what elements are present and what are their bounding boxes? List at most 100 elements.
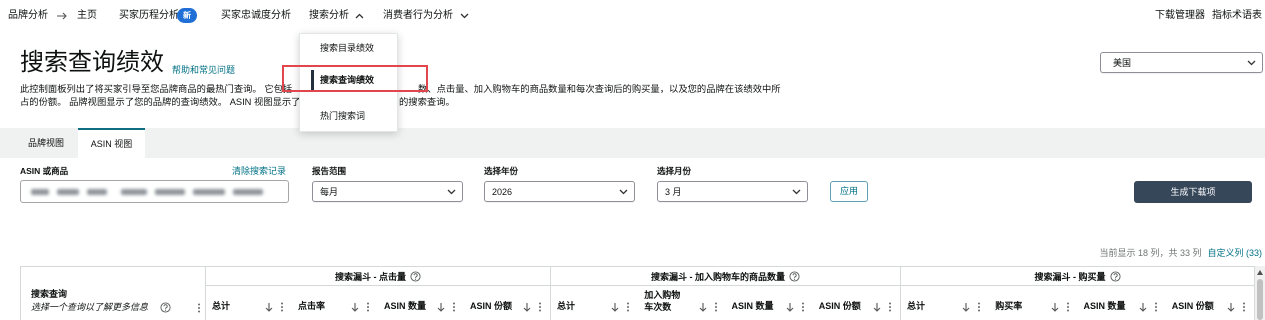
column-header-label: ASIN 份额 [818, 301, 861, 311]
year-select[interactable]: 2026 [484, 181, 635, 202]
help-circle-icon[interactable] [160, 302, 171, 313]
column-header-clicks-asin-share[interactable]: ASIN 份额 [464, 286, 550, 320]
blurred-text [121, 189, 147, 195]
column-header-purchases-total[interactable]: 总计 [901, 286, 989, 320]
description-line2-end: 的搜索查询。 [399, 97, 455, 107]
column-header-purchases-asin-count[interactable]: ASIN 数量 [1078, 286, 1166, 320]
customize-columns-link[interactable]: 自定义列 (33) [1207, 248, 1262, 259]
arrow-right-icon [56, 11, 68, 21]
asin-search-input[interactable] [20, 180, 289, 203]
subheader-row-purchases: 总计 购买率 ASIN 数量 ASIN 份额 [901, 286, 1254, 320]
clear-search-history-link[interactable]: 清除搜索记录 [232, 166, 286, 177]
column-header-clicks-total[interactable]: 总计 [206, 286, 292, 320]
month-select[interactable]: 3 月 [657, 181, 808, 202]
help-circle-icon[interactable] [410, 270, 421, 282]
blurred-text [87, 189, 107, 195]
blurred-text [31, 189, 49, 195]
vertical-dots-icon[interactable] [197, 303, 201, 313]
group-header-purchases: 搜索漏斗 - 购买量 [901, 267, 1254, 286]
marketplace-value: 美国 [1113, 58, 1132, 68]
vertical-dots-icon[interactable] [366, 302, 370, 312]
new-badge: 新 [177, 8, 197, 23]
sort-down-icon[interactable] [1051, 302, 1059, 312]
vertical-dots-icon[interactable] [714, 302, 718, 312]
metrics-glossary-link[interactable]: 指标术语表 [1212, 10, 1262, 22]
download-manager-link[interactable]: 下载管理器 [1155, 10, 1205, 22]
group-header-label: 搜索漏斗 - 加入购物车的商品数量 [651, 271, 785, 282]
marketplace-select[interactable]: 美国 [1100, 52, 1263, 73]
sort-down-icon[interactable] [265, 302, 273, 312]
chevron-down-icon [447, 189, 456, 195]
description-line1-end: 数、点击量、加入购物车的商品数量和每次查询后的购买量，以及您的品牌在该绩效中所 [418, 84, 781, 94]
blurred-text [193, 189, 225, 195]
column-header-label: 总计 [212, 301, 231, 311]
nav-buyer-loyalty[interactable]: 买家忠诚度分析 [221, 10, 291, 22]
scrollbar-thumb[interactable] [1257, 279, 1263, 320]
column-header-cart-total[interactable]: 总计 [551, 286, 638, 320]
column-header-purchase-rate[interactable]: 购买率 [989, 286, 1077, 320]
sort-down-icon[interactable] [437, 302, 445, 312]
column-header-cart-asin-count[interactable]: ASIN 数量 [726, 286, 813, 320]
table-scrollbar[interactable] [1255, 266, 1265, 320]
nav-home[interactable]: 主页 [77, 10, 97, 22]
column-header-label: 总计 [907, 301, 926, 311]
scroll-up-arrow-icon[interactable] [1257, 270, 1263, 275]
column-header-clicks-asin-count[interactable]: ASIN 数量 [378, 286, 464, 320]
vertical-dots-icon[interactable] [888, 302, 892, 312]
help-circle-icon[interactable] [1109, 270, 1121, 282]
blurred-text [233, 189, 263, 195]
column-header-purchases-asin-share[interactable]: ASIN 份额 [1166, 286, 1254, 320]
generate-download-button[interactable]: 生成下载项 [1134, 181, 1252, 203]
vertical-dots-icon[interactable] [1154, 302, 1158, 312]
subheader-row-clicks: 总计 点击率 ASIN 数量 ASIN 份额 [206, 286, 551, 320]
nav-consumer-behavior[interactable]: 消费者行为分析 [383, 10, 453, 22]
query-column-header[interactable]: 搜索查询 选择一个查询以了解更多信息 [21, 267, 206, 320]
sort-down-icon[interactable] [1227, 302, 1235, 312]
help-circle-icon[interactable] [789, 270, 800, 282]
chevron-up-icon[interactable] [355, 13, 364, 19]
sort-down-icon[interactable] [351, 302, 359, 312]
group-header-add-to-cart: 搜索漏斗 - 加入购物车的商品数量 [551, 267, 901, 286]
menu-item-top-search-terms[interactable]: 热门搜索词 [320, 110, 365, 122]
vertical-dots-icon[interactable] [1242, 302, 1246, 312]
column-header-label: 加入购物车次数 [644, 290, 681, 312]
query-column-title: 搜索查询 [31, 289, 68, 299]
help-faq-link[interactable]: 帮助和常见问题 [172, 65, 235, 76]
blurred-text [155, 189, 185, 195]
sort-down-icon[interactable] [699, 302, 707, 312]
report-range-value: 每月 [320, 187, 339, 197]
nav-search-analytics[interactable]: 搜索分析 [309, 10, 349, 22]
sort-down-icon[interactable] [873, 302, 881, 312]
column-header-label: 购买率 [995, 301, 1023, 311]
blurred-text [57, 189, 79, 195]
asin-field-label: ASIN 或商品 [20, 166, 69, 176]
tab-brand-view[interactable]: 品牌视图 [20, 128, 72, 158]
sort-down-icon[interactable] [523, 302, 531, 312]
sort-down-icon[interactable] [786, 302, 794, 312]
vertical-dots-icon[interactable] [626, 302, 630, 312]
vertical-dots-icon[interactable] [452, 302, 456, 312]
column-header-cart-adds[interactable]: 加入购物车次数 [638, 286, 725, 320]
vertical-dots-icon[interactable] [801, 302, 805, 312]
column-header-click-rate[interactable]: 点击率 [292, 286, 378, 320]
description-line1-start: 此控制面板列出了将买家引导至您品牌商品的最热门查询。 它包括 [20, 84, 293, 94]
apply-button[interactable]: 应用 [830, 181, 868, 202]
menu-item-search-catalog-performance[interactable]: 搜索目录绩效 [320, 42, 374, 54]
sort-down-icon[interactable] [962, 302, 970, 312]
vertical-dots-icon[interactable] [1066, 302, 1070, 312]
chevron-down-icon[interactable] [460, 13, 469, 19]
vertical-dots-icon[interactable] [280, 302, 284, 312]
report-range-label: 报告范围 [312, 166, 347, 176]
column-header-cart-asin-share[interactable]: ASIN 份额 [813, 286, 900, 320]
vertical-dots-icon[interactable] [538, 302, 542, 312]
sort-down-icon[interactable] [611, 302, 619, 312]
nav-buyer-journey[interactable]: 买家历程分析 [119, 10, 179, 22]
year-value: 2026 [492, 187, 513, 197]
sort-down-icon[interactable] [1139, 302, 1147, 312]
report-range-select[interactable]: 每月 [312, 181, 463, 202]
vertical-dots-icon[interactable] [977, 302, 981, 312]
tab-asin-view[interactable]: ASIN 视图 [78, 128, 145, 158]
nav-brand-analytics[interactable]: 品牌分析 [8, 10, 48, 22]
month-value: 3 月 [665, 187, 682, 197]
query-column-hint: 选择一个查询以了解更多信息 [31, 302, 149, 312]
